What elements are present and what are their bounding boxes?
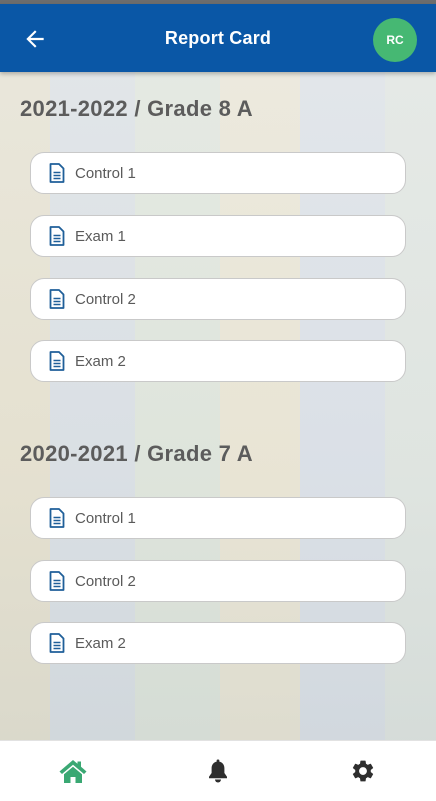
document-icon (49, 226, 65, 246)
section-title: 2020-2021 / Grade 7 A (20, 441, 253, 466)
avatar[interactable]: RC (373, 18, 417, 62)
document-icon (49, 163, 65, 183)
report-item-label: Exam 2 (75, 634, 126, 652)
report-item-label: Exam 1 (75, 227, 126, 245)
section-title: 2021-2022 / Grade 8 A (20, 96, 253, 121)
report-item[interactable]: Control 2 (30, 278, 406, 320)
report-item-label: Control 2 (75, 572, 136, 590)
report-item[interactable]: Exam 1 (30, 215, 406, 257)
document-icon (49, 508, 65, 528)
report-item[interactable]: Exam 2 (30, 622, 406, 664)
document-icon (49, 571, 65, 591)
nav-notifications-button[interactable] (145, 741, 290, 801)
app-bar: Report Card RC (0, 4, 436, 72)
report-item-label: Exam 2 (75, 352, 126, 370)
report-item[interactable]: Control 1 (30, 497, 406, 539)
bottom-navigation (0, 740, 436, 801)
nav-home-button[interactable] (0, 741, 145, 801)
report-item[interactable]: Control 2 (30, 560, 406, 602)
report-item-label: Control 1 (75, 164, 136, 182)
document-icon (49, 633, 65, 653)
report-item[interactable]: Control 1 (30, 152, 406, 194)
report-item[interactable]: Exam 2 (30, 340, 406, 382)
home-icon (59, 760, 86, 783)
document-icon (49, 289, 65, 309)
report-item-label: Control 2 (75, 290, 136, 308)
report-item-label: Control 1 (75, 509, 136, 527)
bell-icon (208, 759, 227, 783)
nav-settings-button[interactable] (290, 741, 435, 801)
page-title: Report Card (164, 28, 272, 48)
document-icon (49, 351, 65, 371)
report-card-list: 2021-2022 / Grade 8 A Control 1 Exam 1 C… (0, 72, 436, 740)
gear-icon (352, 760, 373, 782)
